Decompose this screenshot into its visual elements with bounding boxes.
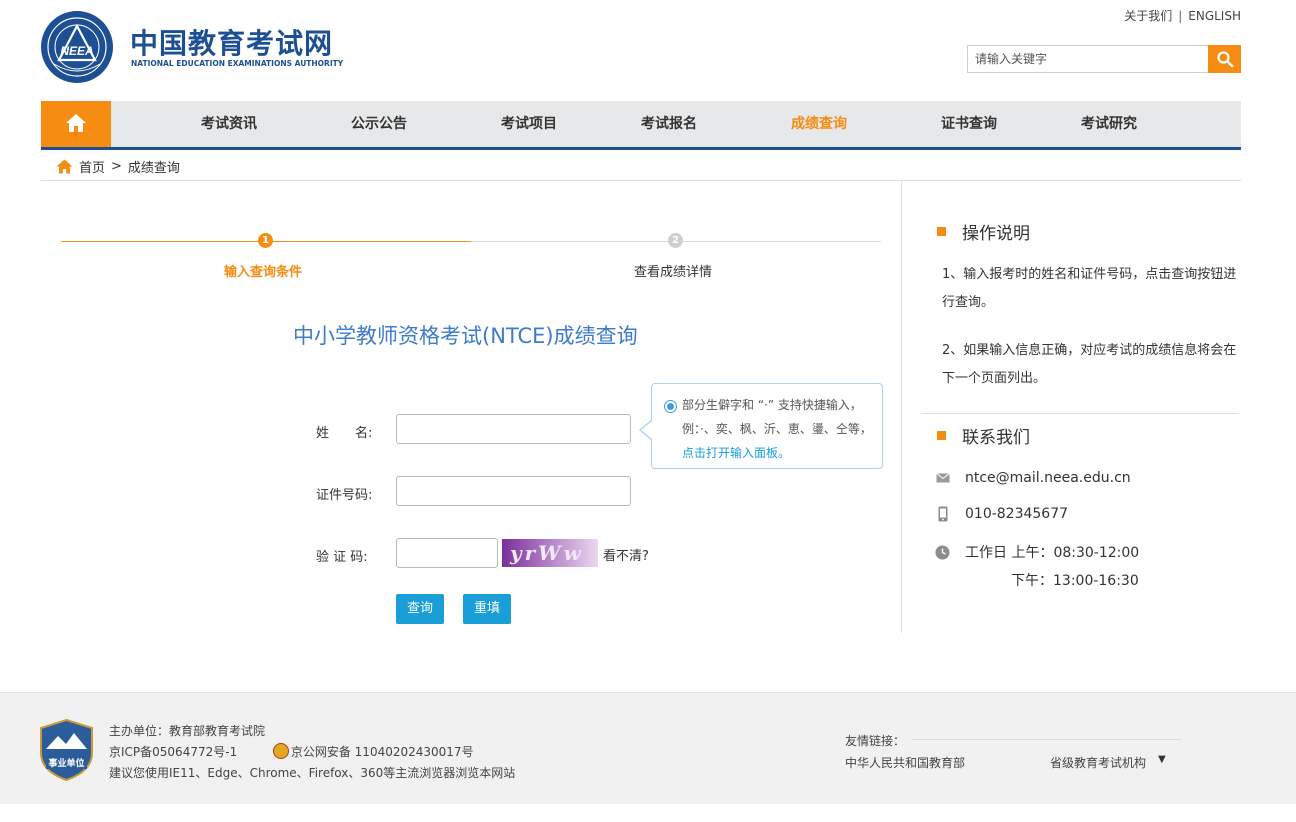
breadcrumb-home-icon — [56, 159, 73, 174]
nav-item-exam-projects[interactable]: 考试项目 — [501, 101, 557, 147]
tip-arrow-inner — [641, 421, 652, 439]
top-links-separator: | — [1178, 9, 1183, 23]
tip-radio-icon — [664, 400, 677, 413]
mail-icon — [935, 473, 950, 483]
neea-emblem-icon: NEEA — [41, 11, 113, 83]
english-link[interactable]: ENGLISH — [1188, 9, 1241, 23]
open-input-panel-link[interactable]: 点击打开输入面板。 — [682, 446, 790, 460]
search-input[interactable] — [967, 45, 1209, 73]
site-search — [967, 45, 1241, 73]
home-icon — [66, 114, 86, 132]
chevron-down-icon[interactable]: ▼ — [1158, 754, 1166, 765]
content-divider — [901, 181, 902, 633]
footer: 事业单位 主办单位：教育部教育考试院 京ICP备05064772号-1 京公网安… — [0, 692, 1296, 804]
contact-title: 联系我们 — [937, 423, 1030, 448]
breadcrumb-divider — [41, 180, 1241, 181]
sidebar-divider — [921, 413, 1239, 414]
instruction-2: 2、如果输入信息正确，对应考试的成绩信息将会在下一个页面列出。 — [942, 343, 1237, 386]
breadcrumb-home[interactable]: 首页 — [79, 157, 105, 176]
breadcrumb: 首页 > 成绩查询 — [56, 157, 180, 176]
id-number-field[interactable] — [396, 476, 631, 506]
captcha-label: 验 证 码: — [316, 550, 368, 565]
step-1-label: 输入查询条件 — [224, 265, 303, 280]
captcha-text: yrWw — [509, 541, 584, 565]
step-2-label: 查看成绩详情 — [634, 265, 713, 280]
nav-item-announcements[interactable]: 公示公告 — [351, 101, 407, 147]
breadcrumb-current: 成绩查询 — [127, 161, 180, 176]
input-tip-bubble: 部分生僻字和 “·” 支持快捷输入，例：·、奕、枫、沂、恵、璗、仝等， 点击打开输… — [651, 383, 883, 469]
tip-text: 部分生僻字和 “·” 支持快捷输入，例：·、奕、枫、沂、恵、璗、仝等， 点击打开输… — [682, 393, 872, 465]
clock-icon — [935, 545, 950, 559]
search-icon — [1216, 51, 1233, 68]
name-label: 姓 名: — [316, 426, 373, 441]
top-links: 关于我们 | ENGLISH — [1124, 7, 1241, 24]
police-badge-icon — [272, 743, 289, 759]
contact-hours-pm: 下午：13:00-16:30 — [1011, 573, 1139, 589]
name-field[interactable] — [396, 414, 631, 444]
emblem-text: NEEA — [60, 44, 93, 58]
nav-home-button[interactable] — [41, 101, 111, 147]
site-logo[interactable]: NEEA 中国教育考试网 NATIONAL EDUCATION EXAMINAT… — [40, 10, 344, 84]
search-button[interactable] — [1208, 45, 1241, 73]
nav-item-exam-news[interactable]: 考试资讯 — [201, 101, 257, 147]
captcha-field[interactable] — [396, 538, 498, 568]
contact-hours-am: 工作日 上午：08:30-12:00 — [965, 545, 1140, 561]
footer-registrations: 京ICP备05064772号-1 京公网安备 11040202430017号 — [109, 743, 474, 760]
form-title: 中小学教师资格考试(NTCE)成绩查询 — [293, 324, 638, 348]
contact-hours-pm-row: 下午：13:00-16:30 — [1011, 570, 1139, 590]
step-1-marker: 1 — [258, 233, 273, 248]
square-bullet-icon — [937, 227, 946, 236]
badge-text: 事业单位 — [48, 757, 84, 769]
captcha-graphic: yrWw — [509, 541, 584, 565]
logo-title: 中国教育考试网 — [130, 27, 334, 60]
contact-hours-row: 工作日 上午：08:30-12:00 — [935, 542, 1139, 562]
about-link[interactable]: 关于我们 — [1124, 9, 1172, 23]
reset-button[interactable]: 重填 — [463, 594, 511, 624]
step-2-marker: 2 — [668, 233, 683, 248]
id-number-label: 证件号码: — [316, 488, 373, 503]
instructions-title-text: 操作说明 — [962, 224, 1030, 244]
contact-email-row: ntce@mail.neea.edu.cn — [935, 470, 1131, 486]
link-ministry-of-education[interactable]: 中华人民共和国教育部 — [845, 754, 965, 771]
contact-title-text: 联系我们 — [962, 428, 1030, 448]
tip-description: 部分生僻字和 “·” 支持快捷输入，例：·、奕、枫、沂、恵、璗、仝等， — [682, 398, 872, 436]
captcha-refresh-link[interactable]: 看不清? — [603, 545, 649, 564]
query-button[interactable]: 查询 — [396, 594, 444, 624]
public-institution-badge-icon[interactable]: 事业单位 — [40, 719, 93, 781]
breadcrumb-separator: > — [111, 159, 122, 174]
footer-icp[interactable]: 京ICP备05064772号-1 — [109, 745, 237, 759]
phone-icon — [938, 506, 947, 522]
nav-item-exam-research[interactable]: 考试研究 — [1081, 101, 1137, 147]
captcha-image[interactable]: yrWw — [502, 539, 598, 567]
square-bullet-icon — [937, 431, 946, 440]
friendly-links-title: 友情链接： — [845, 734, 906, 748]
provincial-exam-agencies-select[interactable]: 省级教育考试机构 — [1050, 754, 1146, 771]
logo-subtitle: NATIONAL EDUCATION EXAMINATIONS AUTHORIT… — [131, 59, 344, 68]
main-nav: 考试资讯 公示公告 考试项目 考试报名 成绩查询 证书查询 考试研究 — [41, 101, 1241, 150]
nav-item-registration[interactable]: 考试报名 — [641, 101, 697, 147]
nav-item-score-query[interactable]: 成绩查询 — [791, 101, 847, 147]
footer-browser-note: 建议您使用IE11、Edge、Chrome、Firefox、360等主流浏览器浏… — [109, 766, 516, 780]
friendly-links-rule — [912, 739, 1181, 740]
nav-item-certificate-query[interactable]: 证书查询 — [941, 101, 997, 147]
contact-email[interactable]: ntce@mail.neea.edu.cn — [965, 470, 1131, 486]
footer-police[interactable]: 京公网安备 11040202430017号 — [291, 745, 474, 759]
contact-phone-row: 010-82345677 — [935, 506, 1068, 522]
contact-phone: 010-82345677 — [965, 506, 1069, 522]
footer-sponsor: 主办单位：教育部教育考试院 — [109, 724, 266, 738]
instruction-1: 1、输入报考时的姓名和证件号码，点击查询按钮进行查询。 — [942, 267, 1237, 310]
instructions-title: 操作说明 — [937, 219, 1030, 244]
